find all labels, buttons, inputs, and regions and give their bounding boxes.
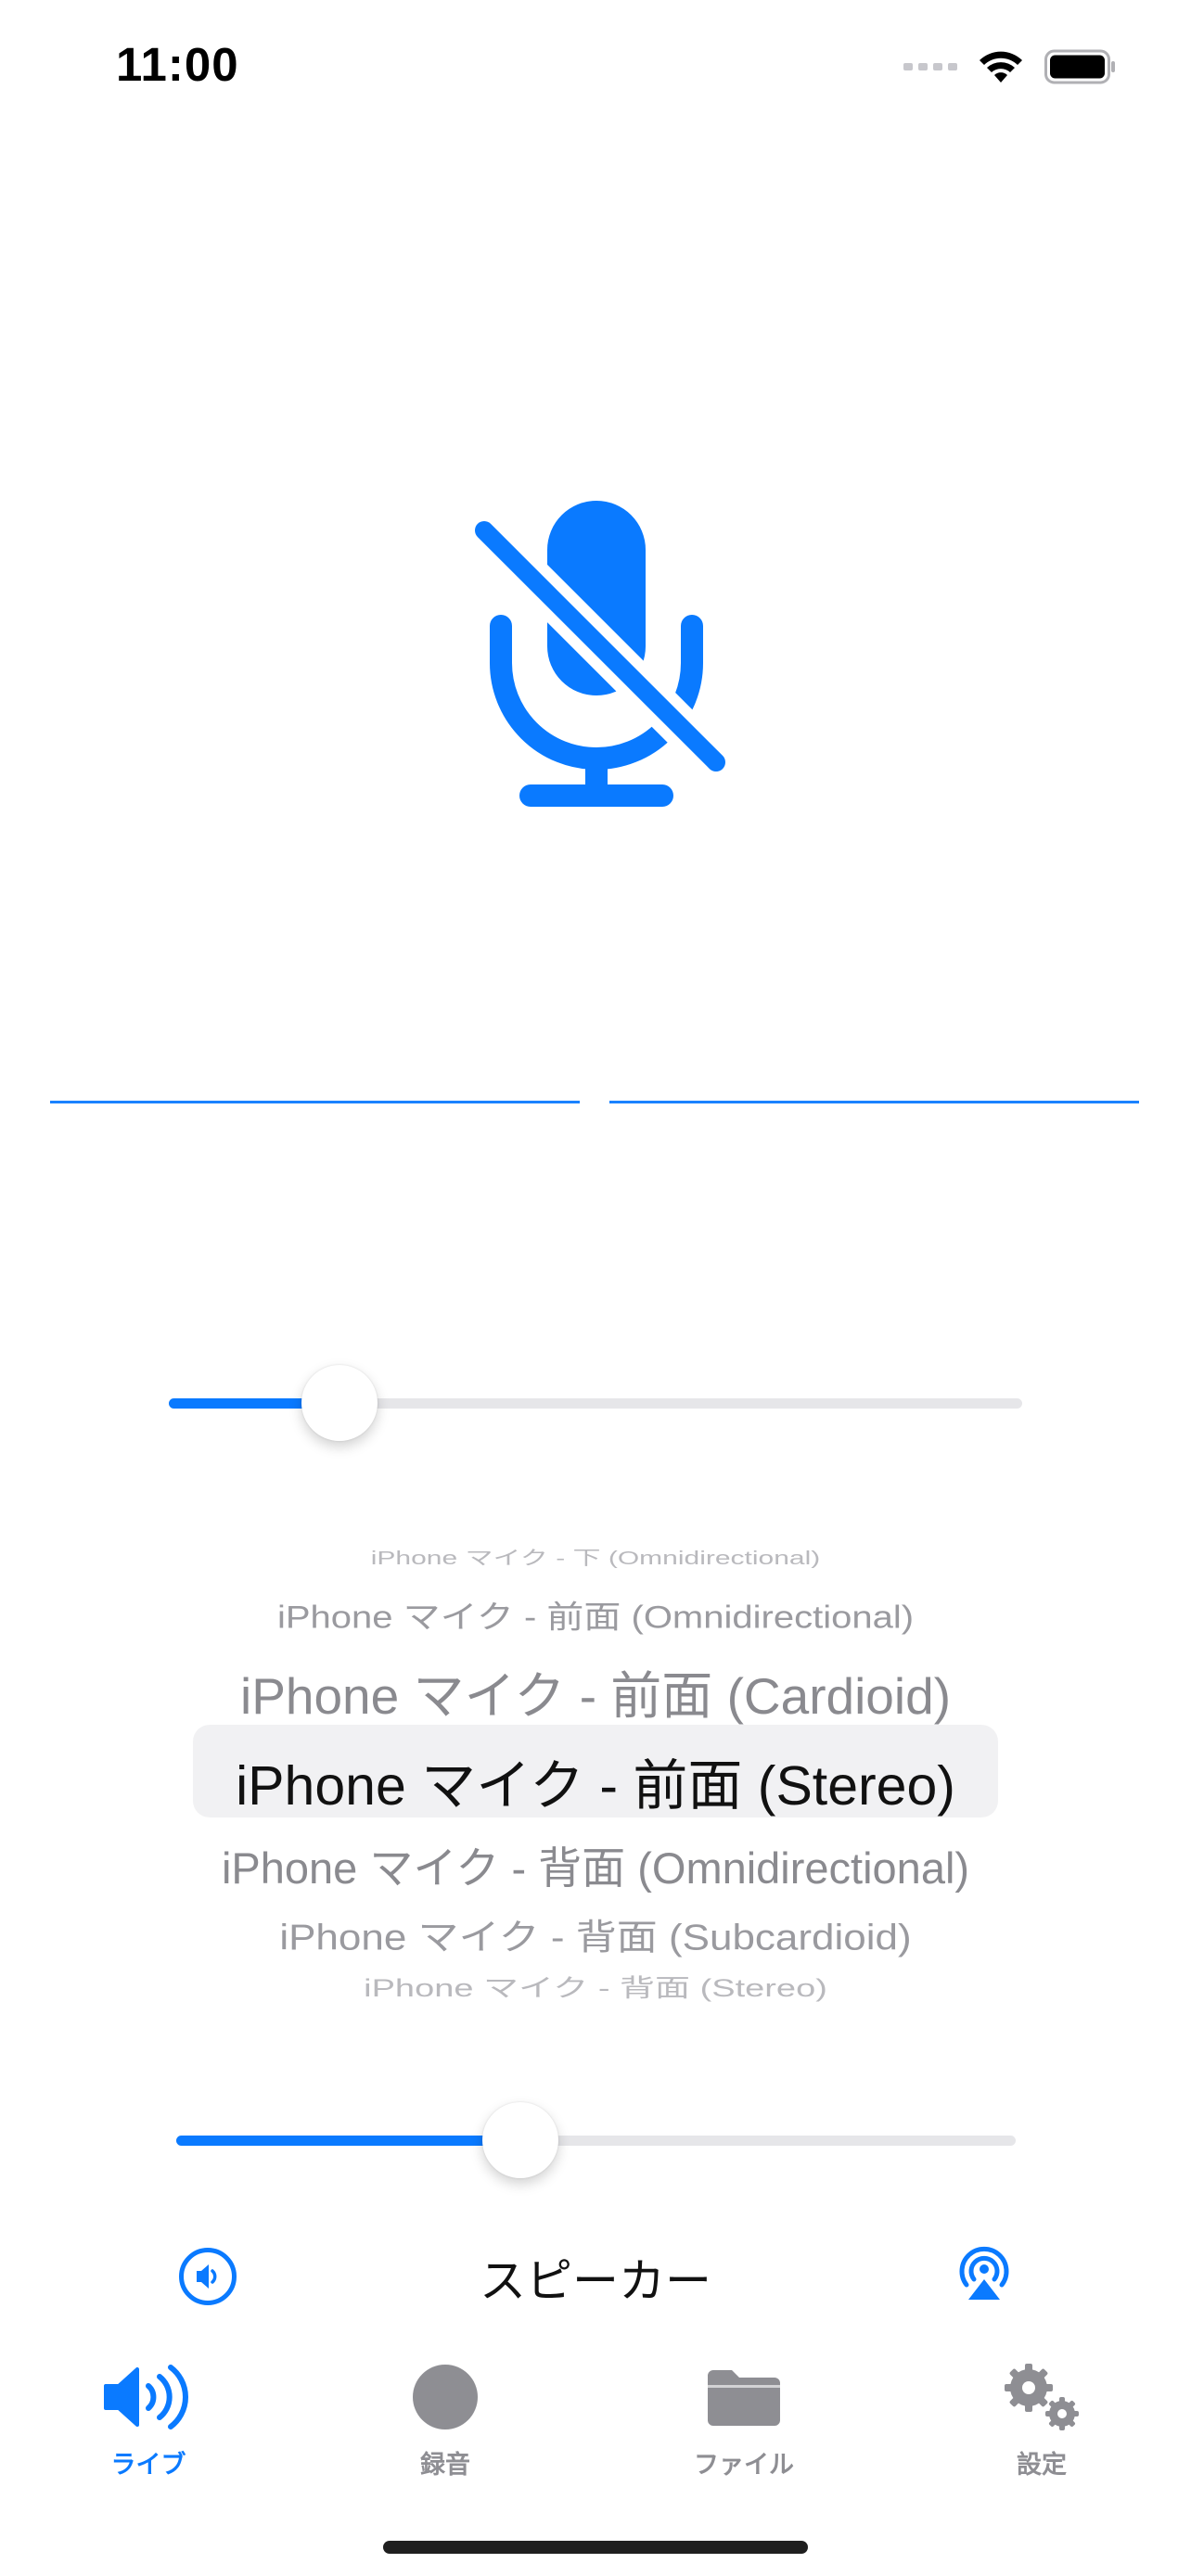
input-gain-slider[interactable]: [169, 1361, 1022, 1443]
home-indicator[interactable]: [383, 2541, 808, 2554]
cellular-signal-icon: [903, 63, 957, 70]
status-time: 11:00: [116, 38, 239, 91]
picker-option[interactable]: iPhone マイク - 背面 (Stereo): [111, 1968, 1080, 2004]
wifi-icon: [980, 51, 1022, 83]
speaker-wave-icon: [104, 2365, 188, 2429]
tab-record[interactable]: 録音: [343, 2355, 547, 2480]
picker-option-selected[interactable]: iPhone マイク - 前面 (Stereo): [111, 1741, 1080, 1820]
picker-option[interactable]: iPhone マイク - 前面 (Cardioid): [111, 1654, 1080, 1728]
picker-option[interactable]: iPhone マイク - 前面 (Omnidirectional): [111, 1591, 1080, 1637]
tab-live[interactable]: ライブ: [46, 2355, 250, 2480]
picker-option[interactable]: iPhone マイク - 下 (Omnidirectional): [111, 1542, 1080, 1570]
battery-icon: [1044, 49, 1115, 84]
mic-slash-icon: [475, 501, 725, 807]
tab-settings[interactable]: 設定: [940, 2355, 1144, 2480]
tab-label: ライブ: [110, 2451, 186, 2480]
picker-option[interactable]: iPhone マイク - 背面 (Subcardioid): [111, 1908, 1080, 1960]
tab-label: ファイル: [694, 2451, 794, 2480]
output-volume-slider[interactable]: [176, 2098, 1016, 2180]
slider-thumb[interactable]: [301, 1365, 378, 1441]
mic-mute-toggle[interactable]: [464, 491, 733, 816]
airplay-audio-icon: [959, 2246, 1009, 2300]
folder-icon: [708, 2370, 780, 2426]
record-circle-icon: [413, 2365, 478, 2429]
slider-thumb[interactable]: [482, 2102, 559, 2178]
tab-label: 設定: [1017, 2451, 1067, 2480]
level-meter-right: [609, 1101, 1139, 1103]
slider-fill: [176, 2136, 521, 2146]
tab-label: 録音: [420, 2451, 470, 2480]
gears-icon: [1005, 2364, 1079, 2430]
picker-option[interactable]: iPhone マイク - 背面 (Omnidirectional): [111, 1832, 1080, 1896]
airplay-button[interactable]: [954, 2244, 1015, 2305]
status-icons: [903, 46, 1117, 87]
level-meter-left: [50, 1101, 580, 1103]
tab-files[interactable]: ファイル: [642, 2355, 846, 2480]
mic-source-picker[interactable]: iPhone マイク - 下 (Omnidirectional) iPhone …: [111, 1521, 1080, 2021]
